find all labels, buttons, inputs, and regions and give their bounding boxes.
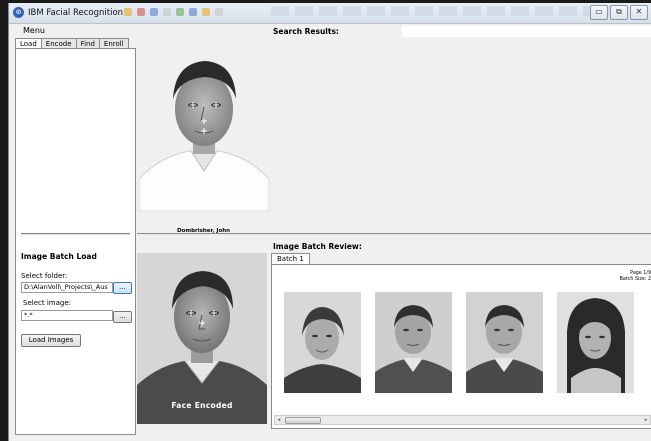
search-results-strip xyxy=(402,26,651,37)
thumbnail-face-2 xyxy=(375,292,452,393)
taskbar-app-icon[interactable] xyxy=(176,8,184,16)
face-encoded-label: Face Encoded xyxy=(171,401,233,410)
background-menu-ghost xyxy=(271,6,611,16)
taskbar-app-icon[interactable] xyxy=(202,8,210,16)
load-tab-panel: Image Batch Load Select folder: D:\AlanV… xyxy=(15,48,136,435)
search-results-heading: Search Results: xyxy=(273,27,339,36)
thumbnail-face-3 xyxy=(466,292,543,393)
restore-button[interactable]: ⧉ xyxy=(610,5,628,20)
close-button[interactable]: ✕ xyxy=(630,5,648,20)
batch-thumbnail[interactable] xyxy=(557,292,634,393)
probe-face-image xyxy=(139,39,269,211)
batch-review-heading: Image Batch Review: xyxy=(273,242,362,251)
minimize-button[interactable]: ▭ xyxy=(590,5,608,20)
batch-size-indicator: Batch Size: 2 xyxy=(619,276,651,282)
taskbar-app-icon[interactable] xyxy=(163,8,171,16)
menu-label[interactable]: Menu xyxy=(23,26,45,35)
taskbar-app-icon[interactable] xyxy=(189,8,197,16)
folder-label: Select folder: xyxy=(21,272,68,280)
encoded-face-image xyxy=(137,253,267,424)
window-controls: ▭ ⧉ ✕ xyxy=(590,5,648,20)
thumbnail-face-4 xyxy=(557,292,634,393)
taskbar-app-icon[interactable] xyxy=(215,8,223,16)
batch-review-panel: Page 1/9 Batch Size: 2 ◂ ▸ xyxy=(271,264,651,429)
app-logo-icon: ⊙ xyxy=(13,7,24,18)
folder-path-input[interactable]: D:\AlanVoll\_Projects\_Aus xyxy=(21,282,113,293)
probe-face-photo xyxy=(139,39,269,211)
scroll-left-arrow-icon[interactable]: ◂ xyxy=(275,416,283,424)
taskbar-icons-strip xyxy=(124,8,264,18)
batch-thumbnail[interactable] xyxy=(375,292,452,393)
window-title: IBM Facial Recognition xyxy=(28,8,124,18)
batch-page-info: Page 1/9 Batch Size: 2 xyxy=(620,271,651,282)
browse-image-button[interactable]: ... xyxy=(113,311,132,323)
horizontal-scrollbar[interactable]: ◂ ▸ xyxy=(274,415,651,425)
thumbnail-face-1 xyxy=(284,292,361,393)
title-bar: ⊙ IBM Facial Recognition ▭ ⧉ ✕ xyxy=(9,3,651,24)
horizontal-separator xyxy=(137,233,651,235)
panel-divider xyxy=(21,233,130,235)
load-images-button[interactable]: Load Images xyxy=(21,334,81,347)
taskbar-app-icon[interactable] xyxy=(150,8,158,16)
scroll-right-arrow-icon[interactable]: ▸ xyxy=(642,416,650,424)
encoded-face-photo: Face Encoded xyxy=(137,253,267,424)
batch-thumbnail[interactable] xyxy=(466,292,543,393)
batch-thumbnail[interactable] xyxy=(284,292,361,393)
batch-load-heading: Image Batch Load xyxy=(21,252,97,261)
taskbar-app-icon[interactable] xyxy=(124,8,132,16)
scroll-thumb[interactable] xyxy=(285,417,321,424)
browse-folder-button[interactable]: ... xyxy=(113,282,132,294)
app-window: ⊙ IBM Facial Recognition ▭ ⧉ ✕ Menu Load… xyxy=(8,3,651,441)
taskbar-app-icon[interactable] xyxy=(137,8,145,16)
image-label: Select image: xyxy=(23,299,71,307)
image-filter-input[interactable]: *.* xyxy=(21,310,113,321)
